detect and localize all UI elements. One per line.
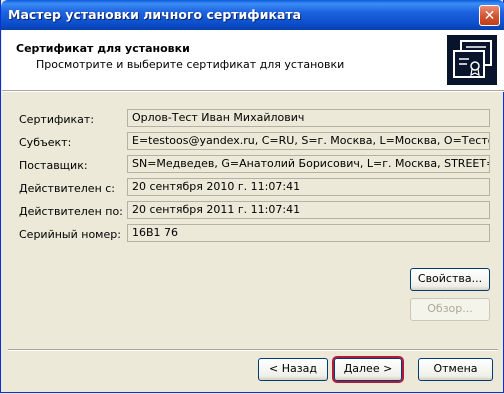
serial-number-label: Серийный номер: bbox=[19, 228, 121, 241]
footer-divider bbox=[8, 349, 498, 350]
certificate-icon bbox=[447, 35, 497, 85]
valid-from-label: Действителен с: bbox=[19, 182, 116, 195]
valid-to-label: Действителен по: bbox=[19, 205, 123, 218]
cancel-button[interactable]: Отмена bbox=[418, 358, 493, 381]
close-button[interactable]: ✕ bbox=[479, 5, 500, 26]
certificate-field[interactable]: Орлов-Тест Иван Михайлович bbox=[127, 109, 490, 127]
browse-button[interactable]: Обзор... bbox=[410, 298, 490, 321]
serial-number-field[interactable]: 16B1 76 bbox=[127, 224, 490, 242]
subject-field[interactable]: E=testoos@yandex.ru, C=RU, S=г. Москва, … bbox=[127, 132, 490, 150]
close-icon: ✕ bbox=[483, 8, 496, 24]
page-subtitle: Просмотрите и выберите сертификат для ус… bbox=[36, 58, 345, 71]
issuer-field[interactable]: SN=Медведев, G=Анатолий Борисович, L=г. … bbox=[127, 155, 490, 173]
window-title: Мастер установки личного сертификата bbox=[8, 7, 302, 22]
next-button[interactable]: Далее > bbox=[334, 358, 402, 381]
back-button[interactable]: < Назад bbox=[258, 358, 328, 381]
title-bar[interactable]: Мастер установки личного сертификата ✕ bbox=[1, 0, 504, 30]
wizard-window: Мастер установки личного сертификата ✕ С… bbox=[0, 0, 504, 393]
issuer-label: Поставщик: bbox=[19, 159, 88, 172]
wizard-header: Сертификат для установки Просмотрите и в… bbox=[2, 30, 504, 91]
subject-label: Субъект: bbox=[19, 136, 72, 149]
certificate-label: Сертификат: bbox=[19, 113, 95, 126]
valid-to-field[interactable]: 20 сентября 2011 г. 11:07:41 bbox=[127, 201, 490, 219]
valid-from-field[interactable]: 20 сентября 2010 г. 11:07:41 bbox=[127, 178, 490, 196]
page-title: Сертификат для установки bbox=[16, 42, 190, 55]
properties-button[interactable]: Свойства... bbox=[410, 268, 490, 291]
